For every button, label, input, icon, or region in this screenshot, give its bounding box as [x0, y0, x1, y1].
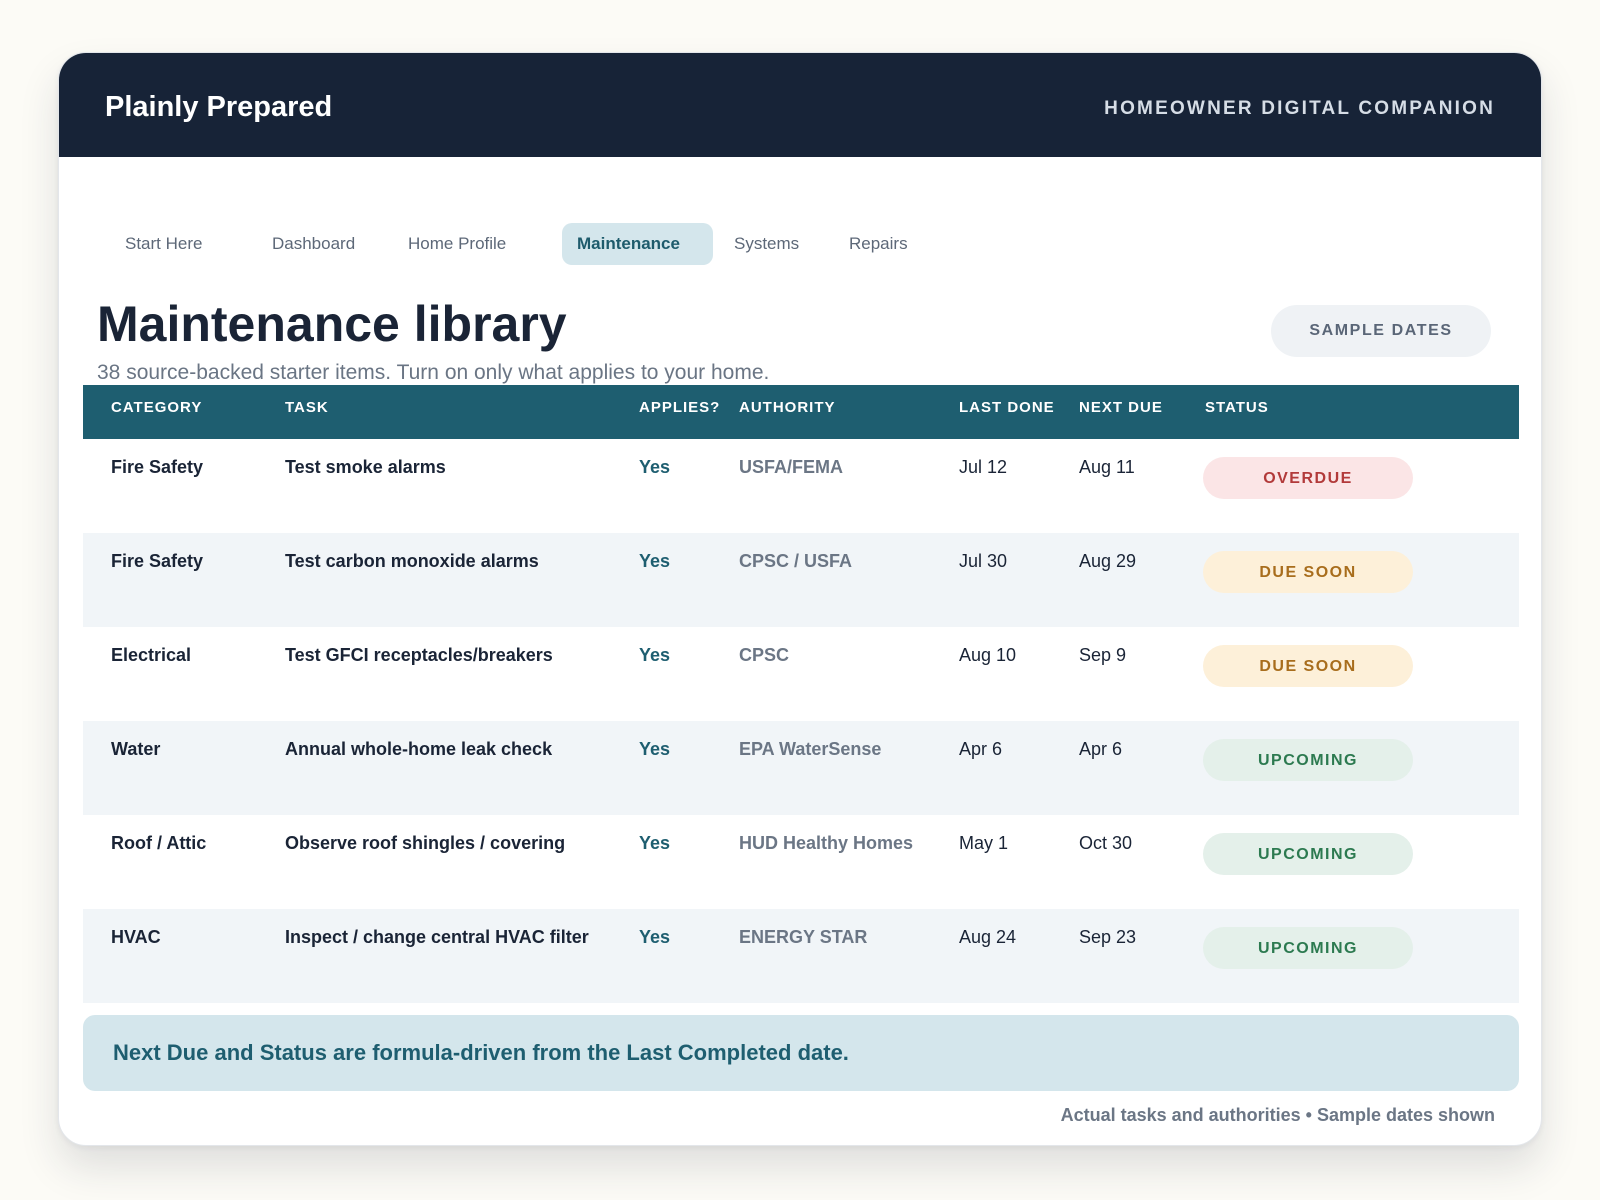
applies-toggle[interactable]: Yes [639, 739, 670, 760]
task-cell: Annual whole-home leak check [285, 739, 553, 759]
last-done-cell[interactable]: Aug 24 [959, 927, 1016, 948]
last-done-cell[interactable]: Jul 30 [959, 551, 1007, 572]
task-cell: Observe roof shingles / covering [285, 833, 566, 853]
task-cell: Test GFCI receptacles/breakers [285, 645, 553, 665]
nav-item-dashboard[interactable]: Dashboard [257, 223, 370, 265]
task-cell: Test smoke alarms [285, 457, 446, 477]
applies-toggle[interactable]: Yes [639, 645, 670, 666]
table-row[interactable]: Electrical Test GFCI receptacles/breaker… [83, 627, 1519, 721]
nav-item-systems[interactable]: Systems [719, 223, 814, 265]
column-header-last-done: LAST DONE [959, 399, 1055, 416]
nav-item-maintenance[interactable]: Maintenance [562, 223, 713, 265]
task-cell: Inspect / change central HVAC filter [285, 927, 589, 947]
nav-item-repairs[interactable]: Repairs [834, 223, 923, 265]
top-bar: Plainly Prepared HOMEOWNER DIGITAL COMPA… [59, 53, 1541, 157]
column-header-applies: APPLIES? [639, 399, 721, 416]
applies-toggle[interactable]: Yes [639, 457, 670, 478]
table-row[interactable]: Fire Safety Test smoke alarms Yes USFA/F… [83, 439, 1519, 533]
sample-dates-button[interactable]: SAMPLE DATES [1271, 305, 1491, 357]
main-nav: Start Here Dashboard Home Profile Mainte… [59, 223, 1541, 267]
next-due-cell: Aug 29 [1079, 551, 1137, 571]
table-row[interactable]: Roof / Attic Observe roof shingles / cov… [83, 815, 1519, 909]
formula-note: Next Due and Status are formula-driven f… [83, 1015, 1519, 1091]
authority-cell: CPSC / USFA [739, 551, 853, 571]
table-row[interactable]: Water Annual whole-home leak check Yes E… [83, 721, 1519, 815]
last-done-cell[interactable]: May 1 [959, 833, 1008, 854]
page-subtitle: 38 source-backed starter items. Turn on … [97, 361, 770, 384]
category-cell: Water [111, 739, 161, 759]
last-done-cell[interactable]: Apr 6 [959, 739, 1002, 760]
footer-caption: Actual tasks and authorities • Sample da… [1060, 1105, 1495, 1125]
column-header-authority: AUTHORITY [739, 399, 836, 416]
status-badge: DUE SOON [1203, 551, 1413, 593]
status-badge: UPCOMING [1203, 927, 1413, 969]
category-cell: Roof / Attic [111, 833, 207, 853]
column-header-category: CATEGORY [111, 399, 203, 416]
applies-toggle[interactable]: Yes [639, 927, 670, 948]
task-cell: Test carbon monoxide alarms [285, 551, 539, 571]
next-due-cell: Sep 23 [1079, 927, 1137, 947]
authority-cell: USFA/FEMA [739, 457, 844, 477]
next-due-cell: Oct 30 [1079, 833, 1133, 853]
app-tagline: HOMEOWNER DIGITAL COMPANION [1104, 98, 1495, 119]
authority-cell: EPA WaterSense [739, 739, 882, 759]
table-header: CATEGORY TASK APPLIES? AUTHORITY LAST DO… [83, 385, 1519, 439]
column-header-status: STATUS [1205, 399, 1269, 416]
category-cell: Fire Safety [111, 551, 204, 571]
maintenance-table: CATEGORY TASK APPLIES? AUTHORITY LAST DO… [83, 385, 1519, 1003]
nav-item-start-here[interactable]: Start Here [110, 223, 217, 265]
status-badge: UPCOMING [1203, 833, 1413, 875]
applies-toggle[interactable]: Yes [639, 833, 670, 854]
brand-name: Plainly Prepared [105, 91, 333, 123]
category-cell: Electrical [111, 645, 192, 665]
applies-toggle[interactable]: Yes [639, 551, 670, 572]
authority-cell: ENERGY STAR [739, 927, 868, 947]
status-badge: UPCOMING [1203, 739, 1413, 781]
last-done-cell[interactable]: Aug 10 [959, 645, 1016, 666]
authority-cell: CPSC [739, 645, 790, 665]
authority-cell: HUD Healthy Homes [739, 833, 914, 853]
category-cell: HVAC [111, 927, 161, 947]
next-due-cell: Aug 11 [1079, 457, 1135, 477]
app-window: Plainly Prepared HOMEOWNER DIGITAL COMPA… [58, 52, 1542, 1146]
page-title: Maintenance library [97, 296, 567, 352]
status-badge: OVERDUE [1203, 457, 1413, 499]
column-header-task: TASK [285, 399, 329, 416]
column-header-next-due: NEXT DUE [1079, 399, 1163, 416]
last-done-cell[interactable]: Jul 12 [959, 457, 1007, 478]
category-cell: Fire Safety [111, 457, 204, 477]
status-badge: DUE SOON [1203, 645, 1413, 687]
table-row[interactable]: HVAC Inspect / change central HVAC filte… [83, 909, 1519, 1003]
table-row[interactable]: Fire Safety Test carbon monoxide alarms … [83, 533, 1519, 627]
next-due-cell: Apr 6 [1079, 739, 1123, 759]
next-due-cell: Sep 9 [1079, 645, 1127, 665]
nav-item-home-profile[interactable]: Home Profile [393, 223, 521, 265]
